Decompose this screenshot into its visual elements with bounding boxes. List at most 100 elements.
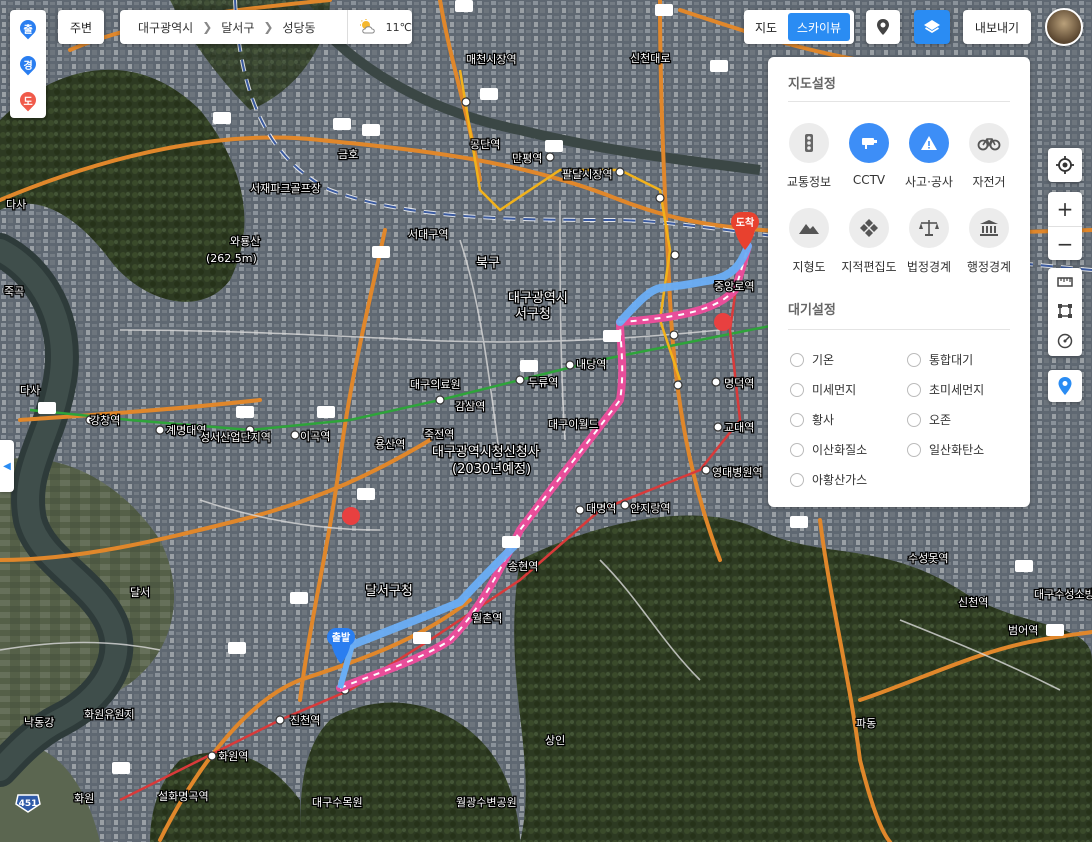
origin-button[interactable]: 출 (16, 16, 40, 40)
scales-icon (909, 208, 949, 248)
layers-button[interactable] (914, 10, 950, 44)
radio-button[interactable] (907, 412, 921, 427)
map-label: 만평역 (512, 152, 542, 165)
map-label: 달서구청 (365, 584, 413, 599)
radio-button[interactable] (790, 382, 804, 397)
add-marker-button[interactable] (1048, 370, 1082, 402)
zoom-out-button[interactable]: − (1048, 227, 1082, 261)
layer-cctv[interactable]: CCTV (836, 123, 902, 187)
map-label: 감삼역 (455, 400, 485, 413)
chevron-right-icon: ❯ (263, 20, 274, 34)
map-label: 와룡산 (230, 235, 260, 248)
radio-button[interactable] (790, 352, 804, 367)
layer-terrain[interactable]: 지형도 (776, 208, 842, 275)
ruler-icon[interactable] (1057, 275, 1073, 289)
breadcrumb-district[interactable]: 달서구 (221, 19, 254, 36)
layer-admin-boundary[interactable]: 행정경계 (956, 208, 1022, 275)
radio-button[interactable] (907, 382, 921, 397)
map-label: 설화명곡역 (158, 790, 209, 803)
avatar[interactable] (1045, 8, 1083, 46)
air-option-label: 이산화질소 (812, 443, 868, 457)
layer-cadastral[interactable]: 지적편집도 (836, 208, 902, 275)
map-label: 강창역 (90, 414, 120, 427)
air-option[interactable]: 황사 (790, 411, 834, 428)
destination-button[interactable]: 도 (16, 88, 40, 112)
map-label: 죽곡 (4, 285, 24, 298)
area-measure-icon[interactable] (1057, 303, 1073, 319)
my-location-button[interactable] (1048, 148, 1082, 182)
map-label: 신천역 (958, 595, 988, 609)
air-option[interactable]: 오존 (907, 411, 951, 428)
air-option[interactable]: 일산화탄소 (907, 441, 984, 458)
radio-button[interactable] (907, 352, 921, 367)
map-label: 서대구역 (408, 228, 448, 241)
radio-button[interactable] (790, 472, 804, 487)
map-settings-title: 지도설정 (788, 77, 836, 92)
map-settings-panel: 지도설정 교통정보 CCTV 사고·공사 자전거 지형도 지적편집도 법정경계 … (768, 57, 1030, 507)
radio-button[interactable] (907, 442, 921, 457)
origin-label: 출 (23, 24, 33, 36)
layer-legal-boundary[interactable]: 법정경계 (896, 208, 962, 275)
map-label: 서구청 (515, 307, 551, 322)
breadcrumb-city[interactable]: 대구광역시 (138, 19, 193, 36)
breadcrumb-neighborhood[interactable]: 성당동 (282, 19, 315, 36)
map-label: 팔달시장역 (562, 168, 613, 181)
layer-accident[interactable]: 사고·공사 (896, 123, 962, 190)
map-label: 화원 (74, 792, 94, 805)
map-label: 죽전역 (424, 428, 454, 441)
warning-icon (909, 123, 949, 163)
map-label: 두류역 (528, 376, 558, 389)
layer-traffic[interactable]: 교통정보 (776, 123, 842, 190)
roadview-button[interactable] (866, 10, 900, 44)
map-label: 대구수성소방서 (1034, 588, 1092, 601)
air-option[interactable]: 기온 (790, 351, 834, 368)
nearby-button[interactable]: 주변 (58, 10, 104, 44)
map-label: 중앙로역 (714, 280, 754, 293)
waypoint-button[interactable]: 경 (16, 52, 40, 76)
layer-label: 행정경계 (966, 260, 1012, 274)
map-type-skyview[interactable]: 스카이뷰 (788, 13, 850, 41)
bicycle-icon (969, 123, 1009, 163)
map-label: 매천시장역 (466, 52, 517, 66)
air-option[interactable]: 아황산가스 (790, 471, 867, 488)
layer-bicycle[interactable]: 자전거 (956, 123, 1022, 190)
map-label: 명덕역 (724, 377, 754, 390)
air-option[interactable]: 초미세먼지 (907, 381, 984, 398)
map-label: 달서 (130, 586, 150, 599)
layers-icon (924, 20, 940, 34)
sidebar-toggle-button[interactable]: ◀ (0, 440, 14, 492)
map-label: 대구의료원 (410, 378, 461, 391)
map-label: 범어역 (1008, 624, 1038, 637)
radius-measure-icon[interactable] (1057, 333, 1073, 349)
air-option-label: 일산화탄소 (929, 443, 985, 457)
layer-label: 사고·공사 (905, 175, 953, 189)
map-label: 안지랑역 (630, 502, 670, 515)
air-option-label: 오존 (929, 413, 952, 427)
air-option[interactable]: 미세먼지 (790, 381, 856, 398)
layer-label: 교통정보 (786, 175, 832, 189)
weather-widget[interactable]: 11℃ (346, 10, 412, 44)
map-pin-icon (1058, 377, 1072, 395)
map-label: 화원역 (218, 750, 248, 763)
route-end-label: 도착 (736, 216, 755, 229)
map-label: 대구광역시 (508, 291, 568, 306)
crosshair-icon (1056, 156, 1074, 174)
map-label: 수성못역 (908, 552, 948, 565)
air-option-label: 초미세먼지 (929, 383, 985, 397)
cadastral-icon (849, 208, 889, 248)
air-option[interactable]: 통합대기 (907, 351, 973, 368)
air-option-label: 미세먼지 (812, 383, 857, 397)
zoom-in-button[interactable]: + (1048, 192, 1082, 227)
map-label: 용산역 (375, 438, 405, 451)
map-label: 월광수변공원 (456, 796, 517, 809)
map-label: 신천대로 (630, 51, 670, 65)
map-type-default[interactable]: 지도 (744, 13, 788, 41)
radio-button[interactable] (790, 442, 804, 457)
air-option-label: 통합대기 (929, 353, 974, 367)
map-label: 대구이월드 (548, 418, 599, 431)
air-option[interactable]: 이산화질소 (790, 441, 867, 458)
radio-button[interactable] (790, 412, 804, 427)
export-button[interactable]: 내보내기 (963, 10, 1031, 44)
map-label: 북구 (476, 256, 500, 271)
air-option-label: 기온 (812, 353, 835, 367)
